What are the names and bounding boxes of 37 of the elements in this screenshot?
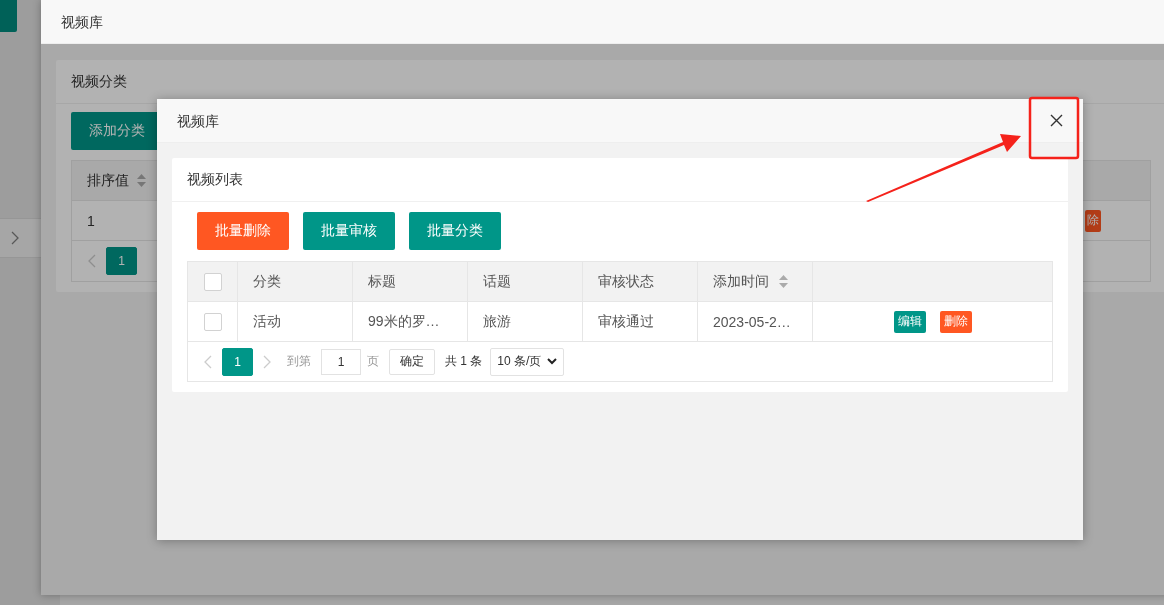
header-label: 话题 (483, 272, 511, 291)
dialog-title: 视频库 (41, 0, 1164, 44)
sort-icon[interactable] (137, 174, 146, 187)
delete-button[interactable]: 删除 (939, 310, 972, 333)
sort-icon[interactable] (779, 275, 788, 288)
delete-button[interactable]: 除 (1085, 209, 1101, 232)
toolbar-button[interactable]: 批量分类 (409, 212, 501, 250)
header-label: 审核状态 (598, 272, 654, 291)
table-cell-text: 1 (86, 212, 96, 229)
table-cell: 活动 (238, 302, 353, 341)
header-label: 标题 (368, 272, 396, 291)
goto-label: 到第 (287, 353, 311, 370)
header-label: 添加时间 (713, 272, 769, 291)
table-cell: 旅游 (468, 302, 583, 341)
confirm-button[interactable]: 确定 (389, 348, 435, 375)
table-cell: 99米的罗… (353, 302, 468, 341)
edit-button[interactable]: 编辑 (893, 310, 926, 333)
page-unit-label: 页 (367, 353, 379, 370)
checkbox[interactable] (203, 272, 222, 291)
page-size-select[interactable]: 10 条/页 (490, 347, 565, 376)
toolbar-button[interactable]: 批量删除 (197, 212, 289, 250)
caret-icon (547, 358, 558, 365)
table-cell: 2023-05-2… (698, 302, 813, 341)
page-button[interactable]: 1 (106, 247, 137, 275)
page-button[interactable]: 1 (222, 347, 253, 376)
highlight-rectangle (1028, 96, 1080, 160)
close-icon[interactable] (1050, 114, 1063, 127)
page-number-field[interactable]: 1 (321, 348, 361, 375)
header-label: 分类 (253, 272, 281, 291)
table-cell: 审核通过 (583, 302, 698, 341)
checkbox[interactable] (203, 312, 222, 331)
menu-button[interactable] (0, 0, 17, 32)
toolbar-button[interactable]: 批量审核 (303, 212, 395, 250)
dialog-title: 视频库 (177, 111, 219, 131)
header-label: 排序值 (87, 171, 129, 190)
chevron-right-icon (11, 231, 19, 245)
total-count: 共 1 条 (445, 353, 483, 370)
